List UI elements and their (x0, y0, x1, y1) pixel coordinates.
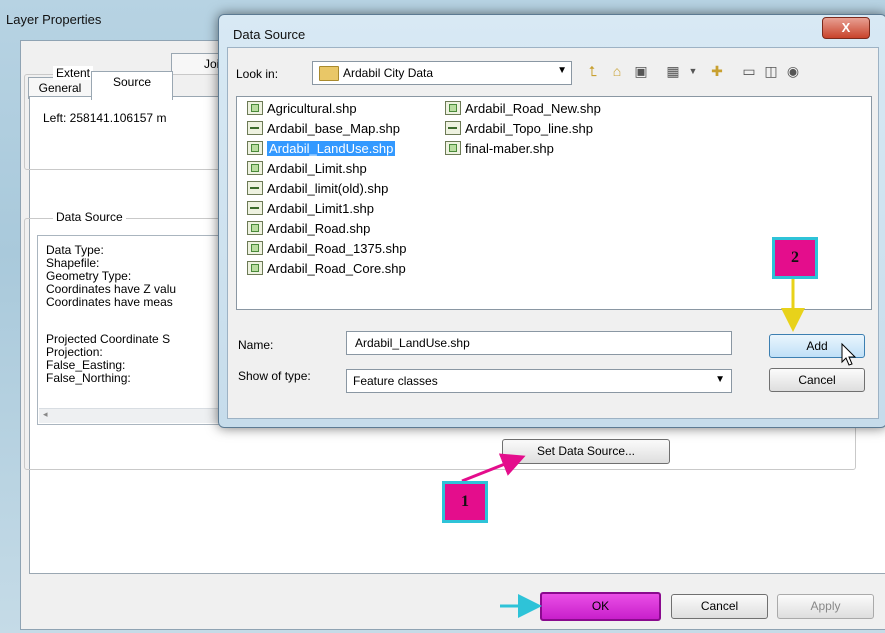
step-marker-2: 2 (772, 237, 818, 279)
tab-source[interactable]: Source (91, 71, 173, 100)
arrow-to-set-data-source (461, 453, 526, 483)
step-marker-1: 1 (442, 481, 488, 523)
mouse-cursor-icon (841, 342, 857, 366)
